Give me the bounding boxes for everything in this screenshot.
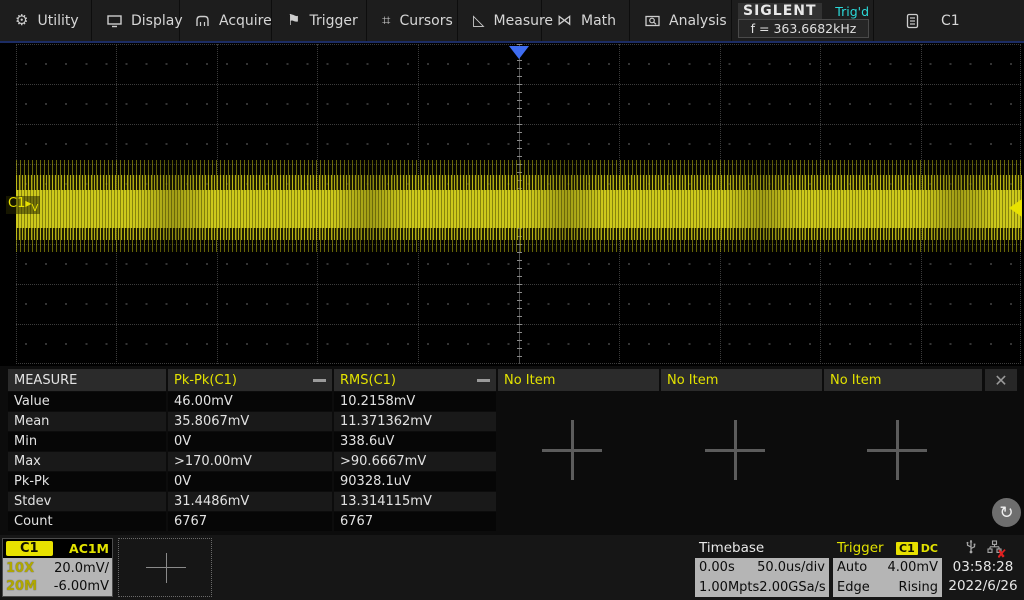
waveform-envelope-shading [16,160,1022,252]
timebase-delay: 0.00s [699,560,735,575]
trigger-mode: Auto [837,560,867,575]
close-icon: ✕ [994,371,1007,390]
measure-col-empty-1[interactable]: No Item [498,369,659,391]
menu-analysis[interactable]: Analysis [630,0,732,41]
table-row: Value46.00mV10.2158mV [8,392,496,411]
table-row: Count67676767 [8,512,496,531]
table-row: Max>170.00mV>90.6667mV [8,452,496,471]
measurement-section: MEASURE Pk-Pk(C1) RMS(C1) No Item No Ite… [0,366,1024,535]
trigger-source-badge: C1 [896,542,918,555]
trigger-flag-icon: ⚑ [287,13,300,28]
siglent-logo: SIGLENT [738,3,822,19]
waveform-display: C1▶V [0,43,1024,366]
status-block: SIGLENT Trig'd f = 363.6682kHz [732,0,874,41]
measure-col-empty-3[interactable]: No Item [824,369,982,391]
menu-utility[interactable]: ⚙ Utility [0,0,92,41]
measure-col-empty-2[interactable]: No Item [661,369,822,391]
menu-acquire[interactable]: Acquire [180,0,272,41]
timebase-scale: 50.0us/div [757,560,825,575]
trigger-position-marker[interactable] [509,46,529,59]
menu-math-label: Math [581,13,616,29]
close-measure-panel-button[interactable]: ✕ [985,369,1017,391]
measure-table-rows: Value46.00mV10.2158mV Mean35.8067mV11.37… [8,392,496,532]
channel-marker-sub: V [32,203,39,214]
gesture-dial-icon[interactable]: ↻ [992,498,1021,527]
cursors-icon: ⌗ [382,13,390,28]
trigger-level-marker[interactable] [1009,199,1022,217]
menu-measure[interactable]: ◺ Measure [458,0,542,41]
measure-col-pkpk[interactable]: Pk-Pk(C1) [168,369,332,391]
menu-acquire-label: Acquire [219,13,272,29]
measure-icon: ◺ [473,13,485,28]
disconnected-x-icon: ✘ [996,547,1006,561]
lan-disconnected-icon: ✘ [987,539,1002,558]
add-channel-button[interactable] [118,538,212,597]
table-row: Mean35.8067mV11.371362mV [8,412,496,431]
channel-marker-label: C1 [8,196,25,211]
timebase-descriptor[interactable]: Timebase 0.00s 50.0us/div 1.00Mpts2.00GSa… [695,538,829,597]
display-icon [107,14,122,28]
menu-display-label: Display [131,13,183,29]
add-measurement-button[interactable] [542,420,602,480]
trigger-title: Trigger [837,540,884,556]
channel-position-marker[interactable]: C1▶V [6,196,40,214]
clipboard-icon [906,13,919,29]
menu-trigger-label: Trigger [309,13,357,29]
usb-icon [965,538,977,558]
measure-table-title: MEASURE [8,369,166,391]
remove-measurement-icon[interactable] [313,379,326,382]
math-icon: ⋈ [557,13,572,28]
menu-utility-label: Utility [37,13,78,29]
table-row: Pk-Pk0V90328.1uV [8,472,496,491]
measure-panel-tab-label: C1 [941,13,960,29]
add-measurement-button[interactable] [867,420,927,480]
measure-panel-tab[interactable]: C1 [874,0,1024,41]
channel-coupling: AC1M [69,541,109,556]
menu-math[interactable]: ⋈ Math [542,0,630,41]
frequency-readout: f = 363.6682kHz [738,19,869,38]
menu-trigger[interactable]: ⚑ Trigger [272,0,367,41]
measurement-header-row: MEASURE Pk-Pk(C1) RMS(C1) No Item No Ite… [8,369,982,391]
remove-measurement-icon[interactable] [477,379,490,382]
menu-analysis-label: Analysis [669,13,727,29]
top-menu-bar: ⚙ Utility Display Acquire ⚑ Trigger ⌗ Cu… [0,0,1024,43]
system-date: 2022/6/26 [948,577,1017,596]
menu-display[interactable]: Display [92,0,180,41]
menu-cursors-label: Cursors [399,13,452,29]
channel-badge: C1 [6,541,53,556]
vertical-offset: -6.00mV [54,579,109,594]
bandwidth-limit: 20M [6,579,37,594]
trigger-status-badge: Trig'd [835,4,869,19]
add-measurement-button[interactable] [705,420,765,480]
table-row: Min0V338.6uV [8,432,496,451]
plus-icon [146,553,186,583]
trigger-coupling: DC [921,542,938,555]
oscilloscope-screen: ⚙ Utility Display Acquire ⚑ Trigger ⌗ Cu… [0,0,1024,600]
acquire-icon [195,14,210,28]
trigger-slope: Rising [898,580,938,595]
timebase-title: Timebase [699,540,764,556]
menu-cursors[interactable]: ⌗ Cursors [367,0,458,41]
vertical-scale: 20.0mV/ [54,561,109,576]
analysis-icon [645,14,660,28]
measure-col-rms[interactable]: RMS(C1) [334,369,496,391]
trigger-descriptor[interactable]: Trigger C1 DC Auto 4.00mV Edge Rising [833,538,942,597]
memory-depth: 1.00Mpts [699,580,759,595]
trigger-level: 4.00mV [887,560,938,575]
bottom-status-bar: C1 AC1M 10X 20.0mV/ 20M -6.00mV Timebase 0… [0,535,1024,600]
gear-icon: ⚙ [15,13,28,28]
channel-1-descriptor[interactable]: C1 AC1M 10X 20.0mV/ 20M -6.00mV [2,538,113,597]
probe-attenuation: 10X [6,561,34,576]
sample-rate: 2.00GSa/s [759,580,825,595]
table-row: Stdev31.4486mV13.314115mV [8,492,496,511]
trigger-type: Edge [837,580,870,595]
clock-panel: ✘ 03:58:28 2022/6/26 [944,538,1022,597]
